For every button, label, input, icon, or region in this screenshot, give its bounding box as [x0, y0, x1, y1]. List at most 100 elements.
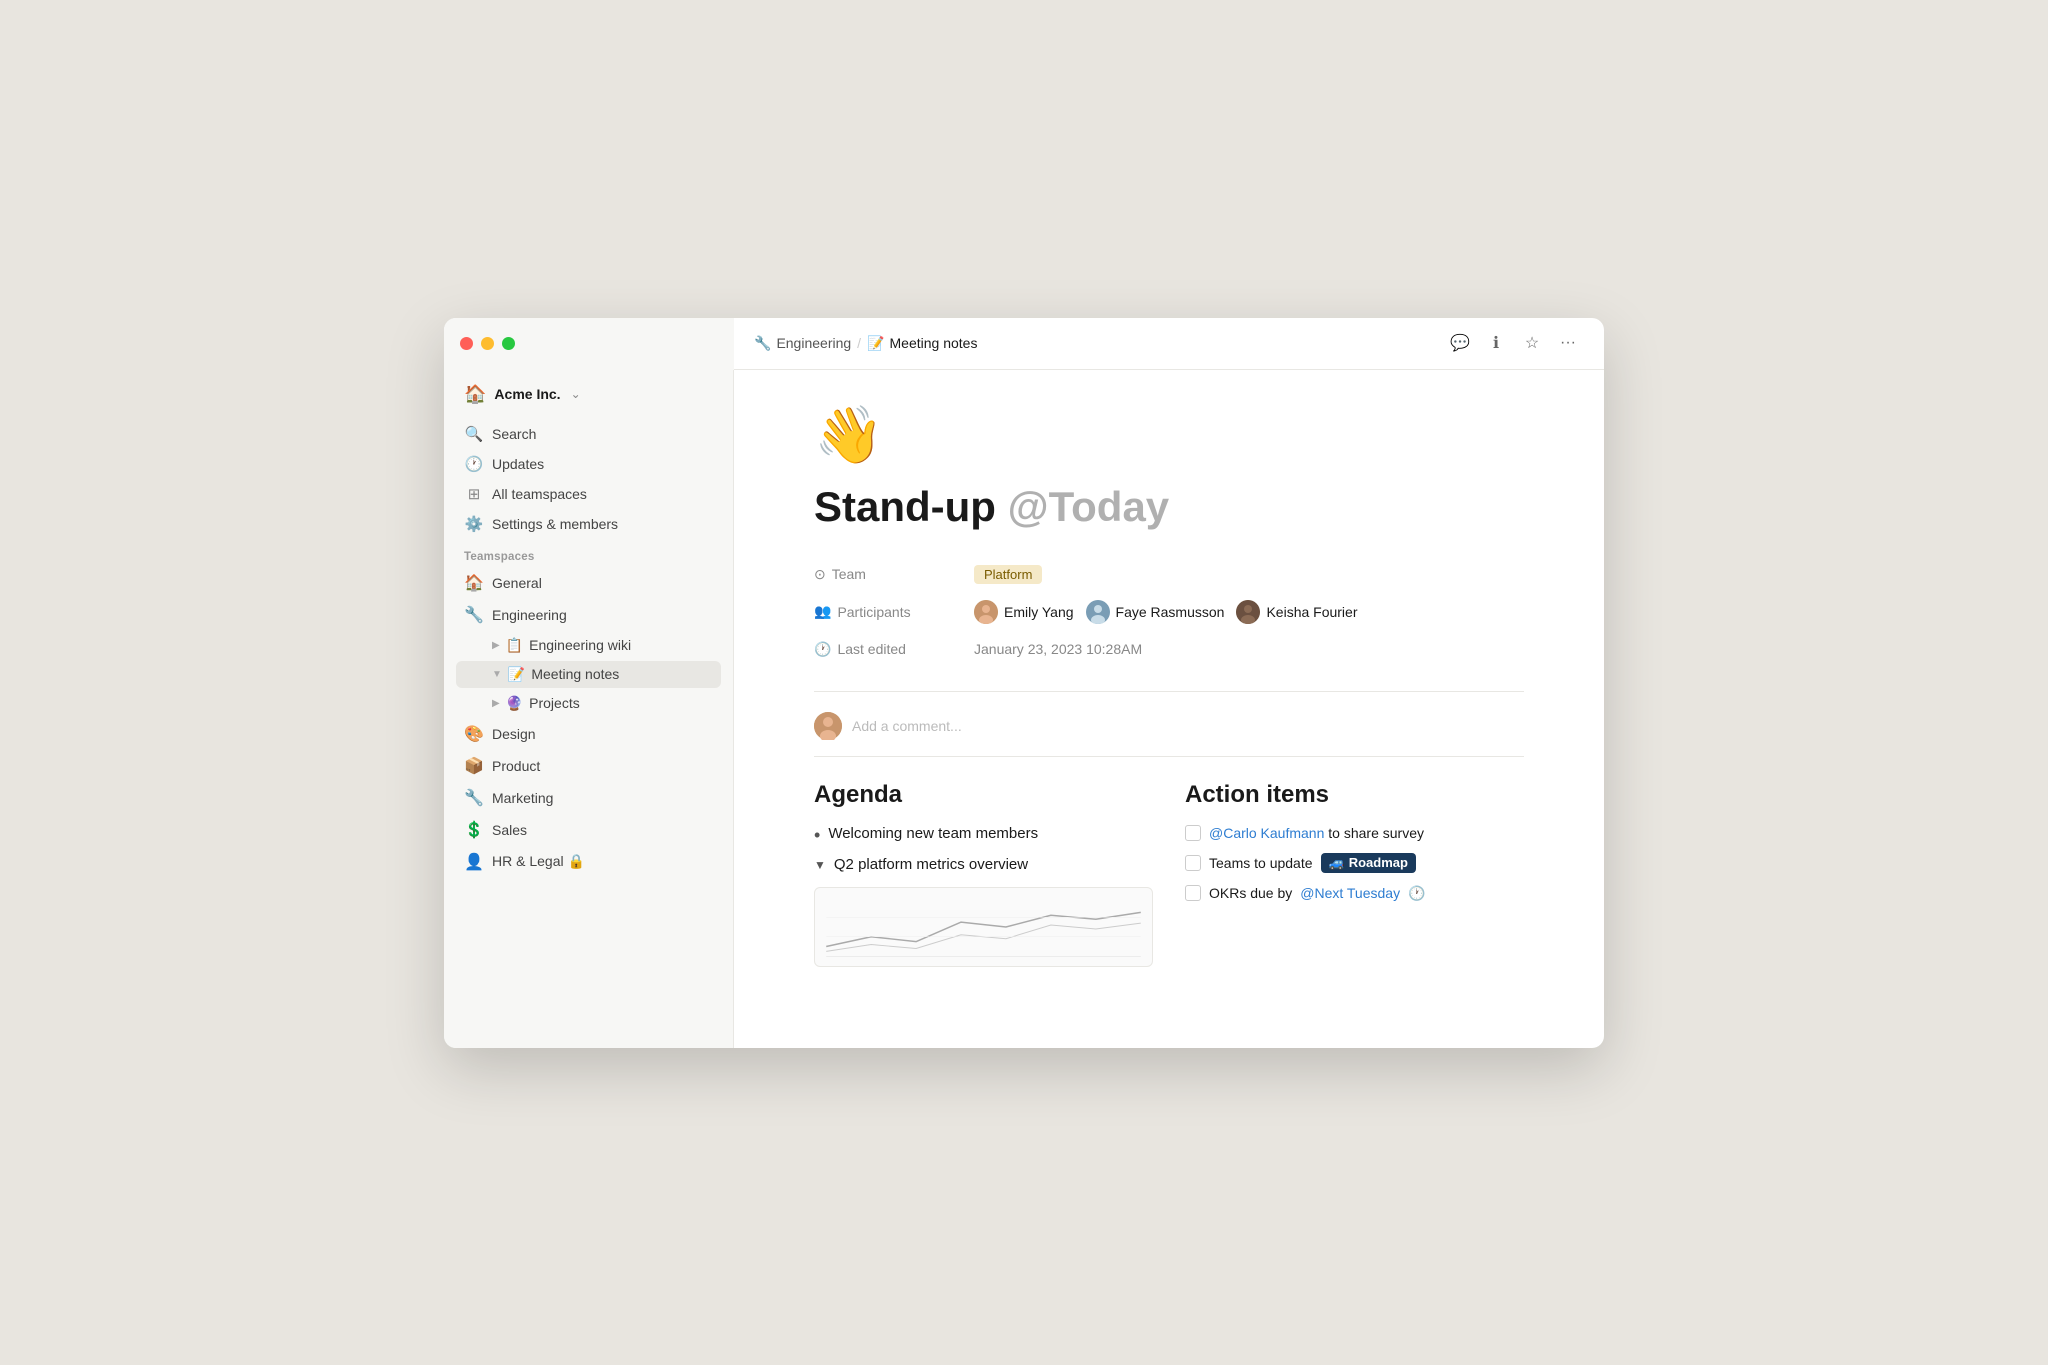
sidebar-item-meeting-notes[interactable]: ▼ 📝 Meeting notes — [456, 661, 721, 688]
breadcrumb: 🔧 Engineering / 📝 Meeting notes — [754, 335, 977, 352]
team-tag: Platform — [974, 565, 1042, 584]
marketing-icon: 🔧 — [464, 788, 484, 808]
sidebar-item-search-label: Search — [492, 426, 536, 442]
clock-icon: 🕐 — [464, 455, 484, 473]
sidebar-item-product[interactable]: 📦 Product — [456, 751, 721, 781]
sidebar-item-sales[interactable]: 💲 Sales — [456, 815, 721, 845]
agenda-item-1: • Welcoming new team members — [814, 825, 1153, 847]
at-next-tuesday: @Next Tuesday — [1300, 885, 1400, 901]
participant-emily[interactable]: Emily Yang — [974, 600, 1074, 624]
sidebar-item-design-label: Design — [492, 726, 536, 742]
sidebar-item-settings[interactable]: ⚙️ Settings & members — [456, 510, 721, 538]
action-items-title: Action items — [1185, 781, 1524, 809]
sidebar-item-marketing[interactable]: 🔧 Marketing — [456, 783, 721, 813]
team-prop-icon: ⊙ — [814, 566, 826, 583]
comment-avatar — [814, 712, 842, 740]
bullet-icon: • — [814, 825, 820, 847]
breadcrumb-engineering[interactable]: 🔧 Engineering — [754, 335, 851, 352]
info-button[interactable]: ℹ — [1480, 327, 1512, 359]
action-item-2: Teams to update 🚙 Roadmap — [1185, 853, 1524, 873]
topbar-actions: 💬 ℹ ☆ ··· — [1444, 327, 1584, 359]
teamspaces-label: Teamspaces — [444, 539, 733, 567]
action-item-1-suffix: to share survey — [1328, 825, 1424, 841]
general-icon: 🏠 — [464, 573, 484, 593]
sidebar-item-sales-label: Sales — [492, 822, 527, 838]
chart-preview — [814, 887, 1153, 967]
page-title-plain: Stand-up — [814, 483, 996, 530]
minimize-button[interactable] — [481, 337, 494, 350]
sidebar-item-engineering-wiki[interactable]: ▶ 📋 Engineering wiki — [456, 632, 721, 659]
sidebar-item-engineering[interactable]: 🔧 Engineering — [456, 600, 721, 630]
avatar-emily — [974, 600, 998, 624]
sidebar-workspace: 🏠 Acme Inc. ⌄ — [444, 370, 733, 419]
clock-prop-icon: 🕐 — [814, 641, 831, 658]
emily-name: Emily Yang — [1004, 604, 1074, 620]
sidebar-item-settings-label: Settings & members — [492, 516, 618, 532]
prop-label-participants: 👥 Participants — [814, 603, 974, 620]
breadcrumb-engineering-label: Engineering — [776, 335, 851, 351]
checkbox-3[interactable] — [1185, 885, 1201, 901]
agenda-list: • Welcoming new team members ▼ Q2 platfo… — [814, 825, 1153, 876]
projects-icon: 🔮 — [506, 695, 523, 712]
sidebar-item-projects[interactable]: ▶ 🔮 Projects — [456, 690, 721, 717]
roadmap-tag: 🚙 Roadmap — [1321, 853, 1416, 873]
action-item-3-text: OKRs due by — [1209, 885, 1292, 901]
checkbox-2[interactable] — [1185, 855, 1201, 871]
sidebar-item-search[interactable]: 🔍 Search — [456, 420, 721, 448]
sales-icon: 💲 — [464, 820, 484, 840]
meeting-notes-icon: 📝 — [508, 666, 525, 683]
agenda-item-2-text: Q2 platform metrics overview — [834, 856, 1028, 873]
participant-keisha[interactable]: Keisha Fourier — [1236, 600, 1357, 624]
sidebar-item-design[interactable]: 🎨 Design — [456, 719, 721, 749]
participant-faye[interactable]: Faye Rasmusson — [1086, 600, 1225, 624]
action-item-1-text: @Carlo Kaufmann to share survey — [1209, 825, 1424, 841]
agenda-column: Agenda • Welcoming new team members ▼ Q2… — [814, 781, 1153, 968]
more-button[interactable]: ··· — [1552, 327, 1584, 359]
prop-row-last-edited: 🕐 Last edited January 23, 2023 10:28AM — [814, 633, 1524, 667]
sidebar-item-all-teamspaces[interactable]: ⊞ All teamspaces — [456, 480, 721, 508]
sidebar-item-updates[interactable]: 🕐 Updates — [456, 450, 721, 478]
sidebar-item-hr-legal[interactable]: 👤 HR & Legal 🔒 — [456, 847, 721, 877]
sidebar-item-updates-label: Updates — [492, 456, 544, 472]
maximize-button[interactable] — [502, 337, 515, 350]
comment-row: Add a comment... — [814, 712, 1524, 757]
hr-icon: 👤 — [464, 852, 484, 872]
action-item-1: @Carlo Kaufmann to share survey — [1185, 825, 1524, 841]
star-button[interactable]: ☆ — [1516, 327, 1548, 359]
sidebar-item-engineering-label: Engineering — [492, 607, 567, 623]
comment-input[interactable]: Add a comment... — [852, 718, 962, 734]
prop-value-team[interactable]: Platform — [974, 566, 1042, 582]
grid-icon: ⊞ — [464, 485, 484, 503]
agenda-title: Agenda — [814, 781, 1153, 809]
agenda-item-2: ▼ Q2 platform metrics overview — [814, 856, 1153, 875]
comment-button[interactable]: 💬 — [1444, 327, 1476, 359]
last-edited-value: January 23, 2023 10:28AM — [974, 641, 1142, 657]
page-emoji: 👋 — [814, 402, 1524, 468]
sidebar-item-hr-label: HR & Legal 🔒 — [492, 853, 585, 870]
sidebar: 🏠 Acme Inc. ⌄ 🔍 Search 🕐 Updates ⊞ All t… — [444, 318, 734, 1048]
workspace-selector[interactable]: 🏠 Acme Inc. ⌄ — [456, 378, 721, 411]
agenda-item-1-text: Welcoming new team members — [828, 825, 1038, 842]
roadmap-emoji: 🚙 — [1329, 855, 1345, 871]
participants-value: Emily Yang Faye Rasmusson — [974, 600, 1358, 624]
page-content: 👋 Stand-up @Today ⊙ Team Platform — [734, 370, 1604, 1048]
chevron-right-icon-2: ▶ — [492, 698, 500, 709]
action-list: @Carlo Kaufmann to share survey Teams to… — [1185, 825, 1524, 902]
sidebar-item-general[interactable]: 🏠 General — [456, 568, 721, 598]
sidebar-item-wiki-label: Engineering wiki — [529, 637, 631, 653]
app-window: 🏠 Acme Inc. ⌄ 🔍 Search 🕐 Updates ⊞ All t… — [444, 318, 1604, 1048]
faye-name: Faye Rasmusson — [1116, 604, 1225, 620]
at-carlo: @Carlo Kaufmann — [1209, 825, 1324, 841]
breadcrumb-meeting-notes[interactable]: 📝 Meeting notes — [867, 335, 977, 352]
close-button[interactable] — [460, 337, 473, 350]
wiki-icon: 📋 — [506, 637, 523, 654]
gear-icon: ⚙️ — [464, 515, 484, 533]
last-edited-label: Last edited — [837, 641, 906, 657]
clock-emoji: 🕐 — [1408, 885, 1425, 902]
avatar-keisha — [1236, 600, 1260, 624]
topbar: 🔧 Engineering / 📝 Meeting notes 💬 ℹ ☆ ··… — [734, 318, 1604, 370]
keisha-name: Keisha Fourier — [1266, 604, 1357, 620]
title-bar — [444, 318, 734, 370]
sidebar-item-projects-label: Projects — [529, 695, 580, 711]
checkbox-1[interactable] — [1185, 825, 1201, 841]
